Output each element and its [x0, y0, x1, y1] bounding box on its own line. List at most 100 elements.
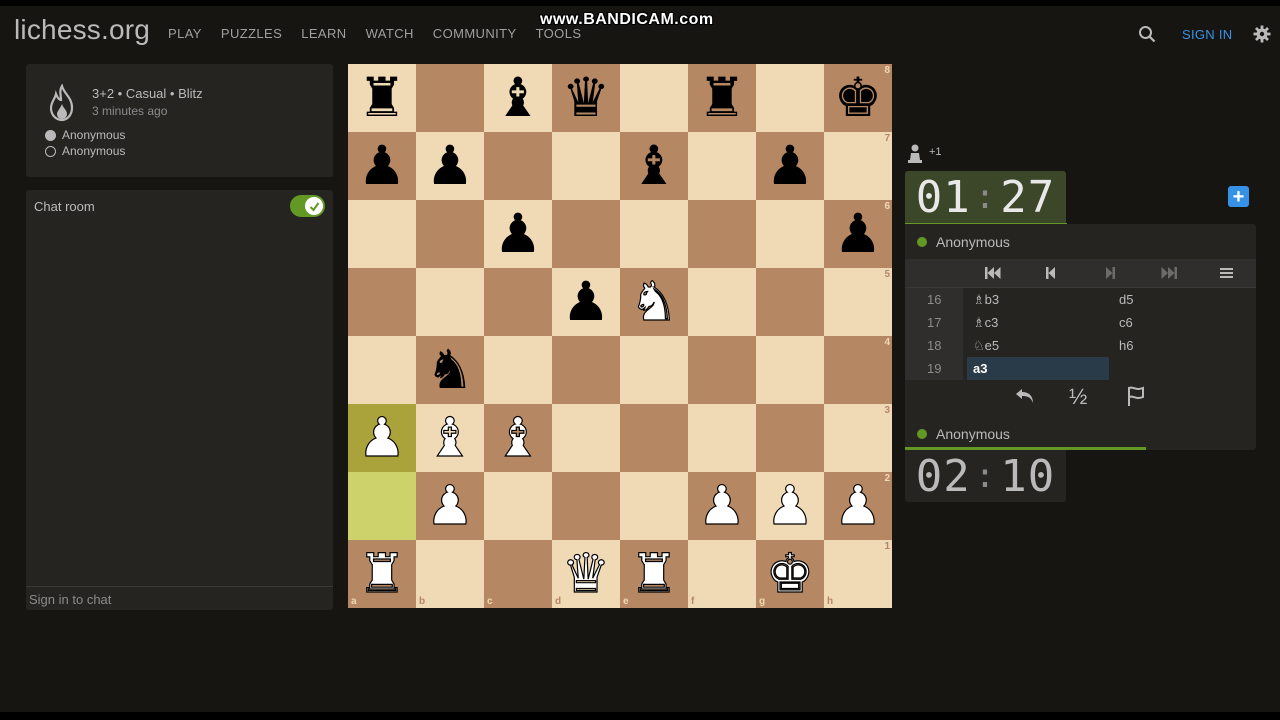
sign-in-link[interactable]: SIGN IN [1182, 27, 1233, 42]
square-e3[interactable] [620, 404, 688, 472]
white-pawn-piece[interactable]: ♟ [833, 478, 883, 533]
square-a5[interactable] [348, 268, 416, 336]
nav-learn[interactable]: LEARN [301, 26, 346, 41]
square-d7[interactable] [552, 132, 620, 200]
square-b3[interactable]: ♝ [416, 404, 484, 472]
square-c1[interactable]: c [484, 540, 552, 608]
square-a3[interactable]: ♟ [348, 404, 416, 472]
square-h1[interactable]: 1h [824, 540, 892, 608]
square-h5[interactable]: 5 [824, 268, 892, 336]
add-time-button[interactable]: + [1228, 186, 1249, 207]
square-f8[interactable]: ♜ [688, 64, 756, 132]
white-bishop-piece[interactable]: ♝ [493, 410, 543, 465]
square-f5[interactable] [688, 268, 756, 336]
first-move-icon[interactable] [985, 266, 1001, 280]
square-c8[interactable]: ♝ [484, 64, 552, 132]
square-d4[interactable] [552, 336, 620, 404]
square-b4[interactable]: ♞ [416, 336, 484, 404]
square-a6[interactable] [348, 200, 416, 268]
white-move[interactable]: a3 [967, 357, 1109, 380]
nav-puzzles[interactable]: PUZZLES [221, 26, 282, 41]
square-f2[interactable]: ♟ [688, 472, 756, 540]
square-d2[interactable] [552, 472, 620, 540]
black-knight-piece[interactable]: ♞ [426, 343, 474, 397]
chat-sign-in[interactable]: Sign in to chat [29, 592, 111, 607]
square-e2[interactable] [620, 472, 688, 540]
square-g1[interactable]: ♚ g [756, 540, 824, 608]
black-pawn-piece[interactable]: ♟ [426, 139, 474, 193]
black-pawn-piece[interactable]: ♟ [494, 207, 542, 261]
square-g6[interactable] [756, 200, 824, 268]
square-b5[interactable] [416, 268, 484, 336]
square-f1[interactable]: f [688, 540, 756, 608]
square-a7[interactable]: ♟ [348, 132, 416, 200]
white-rook-piece[interactable]: ♜ [357, 546, 407, 601]
square-f6[interactable] [688, 200, 756, 268]
black-pawn-piece[interactable]: ♟ [834, 207, 882, 261]
square-e5[interactable]: ♞ [620, 268, 688, 336]
black-pawn-piece[interactable]: ♟ [562, 275, 610, 329]
chess-board[interactable]: ♜ ♝ ♛ ♜ ♚ 8 ♟ ♟ ♝ ♟ 7 ♟ ♟ 6 ♟ ♞ 5 ♞ 4 ♟ ♝ ♝ 3 ♟ ♟ ♟ ♟ 2 ♜ a b c ♛ d ♜ e f ♚ g 1… [348, 64, 892, 608]
square-a1[interactable]: ♜ a [348, 540, 416, 608]
square-h6[interactable]: ♟ 6 [824, 200, 892, 268]
square-h4[interactable]: 4 [824, 336, 892, 404]
search-icon[interactable] [1138, 25, 1156, 43]
black-bishop-piece[interactable]: ♝ [630, 139, 678, 193]
white-pawn-piece[interactable]: ♟ [425, 478, 475, 533]
square-b1[interactable]: b [416, 540, 484, 608]
black-rook-piece[interactable]: ♜ [698, 71, 746, 125]
square-a4[interactable] [348, 336, 416, 404]
square-e4[interactable] [620, 336, 688, 404]
chat-toggle[interactable] [290, 195, 325, 217]
black-pawn-piece[interactable]: ♟ [766, 139, 814, 193]
flag-icon[interactable] [1124, 384, 1148, 408]
square-c4[interactable] [484, 336, 552, 404]
square-d5[interactable]: ♟ [552, 268, 620, 336]
site-logo[interactable]: lichess.org [14, 14, 150, 46]
square-e8[interactable] [620, 64, 688, 132]
nav-watch[interactable]: WATCH [366, 26, 414, 41]
square-d1[interactable]: ♛ d [552, 540, 620, 608]
white-move[interactable]: ♗c3 [967, 311, 1109, 334]
prev-move-icon[interactable] [1043, 266, 1059, 280]
black-rook-piece[interactable]: ♜ [358, 71, 406, 125]
white-bishop-piece[interactable]: ♝ [425, 410, 475, 465]
black-move[interactable] [1113, 357, 1253, 380]
draw-offer-button[interactable]: ½ [1069, 384, 1087, 410]
white-king-piece[interactable]: ♚ [765, 546, 815, 601]
square-g5[interactable] [756, 268, 824, 336]
square-c2[interactable] [484, 472, 552, 540]
square-g3[interactable] [756, 404, 824, 472]
white-move[interactable]: ♗b3 [967, 288, 1109, 311]
square-d6[interactable] [552, 200, 620, 268]
square-c7[interactable] [484, 132, 552, 200]
white-knight-piece[interactable]: ♞ [629, 274, 679, 329]
square-e1[interactable]: ♜ e [620, 540, 688, 608]
square-h7[interactable]: 7 [824, 132, 892, 200]
square-g4[interactable] [756, 336, 824, 404]
nav-play[interactable]: PLAY [168, 26, 202, 41]
square-b2[interactable]: ♟ [416, 472, 484, 540]
next-move-icon[interactable] [1102, 266, 1118, 280]
menu-icon[interactable] [1219, 266, 1235, 280]
square-c5[interactable] [484, 268, 552, 336]
square-f7[interactable] [688, 132, 756, 200]
gear-icon[interactable] [1253, 25, 1271, 43]
black-pawn-piece[interactable]: ♟ [358, 139, 406, 193]
square-f4[interactable] [688, 336, 756, 404]
square-g8[interactable] [756, 64, 824, 132]
square-b7[interactable]: ♟ [416, 132, 484, 200]
white-rook-piece[interactable]: ♜ [629, 546, 679, 601]
black-queen-piece[interactable]: ♛ [562, 71, 610, 125]
white-queen-piece[interactable]: ♛ [561, 546, 611, 601]
black-bishop-piece[interactable]: ♝ [494, 71, 542, 125]
last-move-icon[interactable] [1161, 266, 1177, 280]
square-e6[interactable] [620, 200, 688, 268]
square-h2[interactable]: ♟ 2 [824, 472, 892, 540]
white-move[interactable]: ♘e5 [967, 334, 1109, 357]
square-g2[interactable]: ♟ [756, 472, 824, 540]
white-pawn-piece[interactable]: ♟ [357, 410, 407, 465]
square-a2[interactable] [348, 472, 416, 540]
square-h3[interactable]: 3 [824, 404, 892, 472]
square-a8[interactable]: ♜ [348, 64, 416, 132]
